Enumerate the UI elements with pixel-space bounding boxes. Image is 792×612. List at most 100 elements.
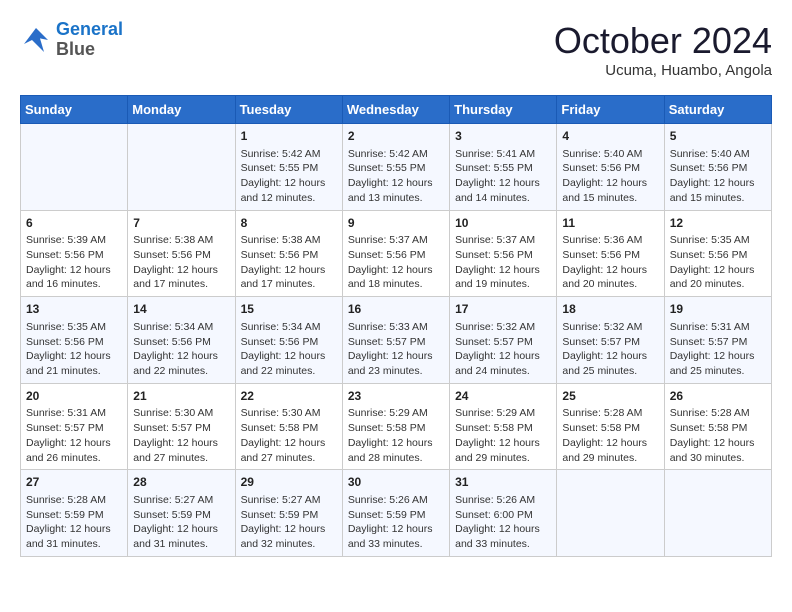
- month-title: October 2024: [554, 20, 772, 62]
- day-info: Sunrise: 5:42 AMSunset: 5:55 PMDaylight:…: [348, 147, 444, 206]
- calendar-cell: 5Sunrise: 5:40 AMSunset: 5:56 PMDaylight…: [664, 124, 771, 211]
- calendar-cell: [21, 124, 128, 211]
- calendar-cell: 14Sunrise: 5:34 AMSunset: 5:56 PMDayligh…: [128, 297, 235, 384]
- day-number: 29: [241, 474, 337, 491]
- calendar-cell: 30 Sunrise: 5:26 AMSunset: 5:59 PMDayligh…: [342, 470, 449, 557]
- calendar-cell: [128, 124, 235, 211]
- day-number: 5: [670, 128, 766, 145]
- day-info: Sunrise: 5:42 AMSunset: 5:55 PMDaylight:…: [241, 147, 337, 206]
- day-number: 23: [348, 388, 444, 405]
- day-info: Sunrise: 5:32 AMSunset: 5:57 PMDaylight:…: [562, 320, 658, 379]
- day-info: Sunrise: 5:33 AMSunset: 5:57 PMDaylight:…: [348, 320, 444, 379]
- day-number: 13: [26, 301, 122, 318]
- day-number: 6: [26, 215, 122, 232]
- day-info: Sunrise: 5:30 AMSunset: 5:58 PMDaylight:…: [241, 406, 337, 465]
- calendar-cell: 26Sunrise: 5:28 AMSunset: 5:58 PMDayligh…: [664, 383, 771, 470]
- calendar-table: SundayMondayTuesdayWednesdayThursdayFrid…: [20, 95, 772, 557]
- calendar-cell: 18 Sunrise: 5:32 AMSunset: 5:57 PMDayligh…: [557, 297, 664, 384]
- day-info: Sunrise: 5:28 AMSunset: 5:59 PMDaylight:…: [26, 493, 122, 552]
- calendar-cell: 6Sunrise: 5:39 AMSunset: 5:56 PMDaylight…: [21, 210, 128, 297]
- day-number: 24: [455, 388, 551, 405]
- calendar-cell: 25Sunrise: 5:28 AMSunset: 5:58 PMDayligh…: [557, 383, 664, 470]
- day-info: Sunrise: 5:32 AMSunset: 5:57 PMDaylight:…: [455, 320, 551, 379]
- day-number: 22: [241, 388, 337, 405]
- calendar-cell: 11Sunrise: 5:36 AMSunset: 5:56 PMDayligh…: [557, 210, 664, 297]
- calendar-cell: 3Sunrise: 5:41 AMSunset: 5:55 PMDaylight…: [450, 124, 557, 211]
- calendar-cell: [557, 470, 664, 557]
- logo-icon: [20, 24, 52, 56]
- calendar-week-5: 27 Sunrise: 5:28 AMSunset: 5:59 PMDayligh…: [21, 470, 772, 557]
- day-info: Sunrise: 5:36 AMSunset: 5:56 PMDaylight:…: [562, 233, 658, 292]
- calendar-week-1: 1 Sunrise: 5:42 AMSunset: 5:55 PMDaylight…: [21, 124, 772, 211]
- logo-text: GeneralBlue: [56, 20, 123, 60]
- day-number: 12: [670, 215, 766, 232]
- calendar-cell: 24Sunrise: 5:29 AMSunset: 5:58 PMDayligh…: [450, 383, 557, 470]
- day-number: 7: [133, 215, 229, 232]
- day-number: 18: [562, 301, 658, 318]
- calendar-cell: 15Sunrise: 5:34 AMSunset: 5:56 PMDayligh…: [235, 297, 342, 384]
- day-info: Sunrise: 5:29 AMSunset: 5:58 PMDaylight:…: [455, 406, 551, 465]
- day-number: 10: [455, 215, 551, 232]
- day-number: 20: [26, 388, 122, 405]
- calendar-cell: 7Sunrise: 5:38 AMSunset: 5:56 PMDaylight…: [128, 210, 235, 297]
- calendar-week-3: 13 Sunrise: 5:35 AMSunset: 5:56 PMDayligh…: [21, 297, 772, 384]
- day-info: Sunrise: 5:39 AMSunset: 5:56 PMDaylight:…: [26, 233, 122, 292]
- day-number: 28: [133, 474, 229, 491]
- day-info: Sunrise: 5:37 AMSunset: 5:56 PMDaylight:…: [455, 233, 551, 292]
- calendar-cell: 19 Sunrise: 5:31 AMSunset: 5:57 PMDayligh…: [664, 297, 771, 384]
- day-info: Sunrise: 5:30 AMSunset: 5:57 PMDaylight:…: [133, 406, 229, 465]
- day-number: 27: [26, 474, 122, 491]
- calendar-cell: 20Sunrise: 5:31 AMSunset: 5:57 PMDayligh…: [21, 383, 128, 470]
- header-day-thursday: Thursday: [450, 96, 557, 124]
- day-info: Sunrise: 5:27 AMSunset: 5:59 PMDaylight:…: [241, 493, 337, 552]
- day-info: Sunrise: 5:37 AMSunset: 5:56 PMDaylight:…: [348, 233, 444, 292]
- day-info: Sunrise: 5:35 AMSunset: 5:56 PMDaylight:…: [26, 320, 122, 379]
- day-number: 3: [455, 128, 551, 145]
- calendar-body: 1 Sunrise: 5:42 AMSunset: 5:55 PMDaylight…: [21, 124, 772, 557]
- calendar-cell: 17Sunrise: 5:32 AMSunset: 5:57 PMDayligh…: [450, 297, 557, 384]
- day-number: 31: [455, 474, 551, 491]
- header-day-friday: Friday: [557, 96, 664, 124]
- day-number: 16: [348, 301, 444, 318]
- calendar-cell: 8Sunrise: 5:38 AMSunset: 5:56 PMDaylight…: [235, 210, 342, 297]
- day-info: Sunrise: 5:26 AMSunset: 6:00 PMDaylight:…: [455, 493, 551, 552]
- day-number: 26: [670, 388, 766, 405]
- header-day-saturday: Saturday: [664, 96, 771, 124]
- day-number: 15: [241, 301, 337, 318]
- calendar-cell: 10Sunrise: 5:37 AMSunset: 5:56 PMDayligh…: [450, 210, 557, 297]
- header-row: SundayMondayTuesdayWednesdayThursdayFrid…: [21, 96, 772, 124]
- calendar-cell: 9Sunrise: 5:37 AMSunset: 5:56 PMDaylight…: [342, 210, 449, 297]
- calendar-header: SundayMondayTuesdayWednesdayThursdayFrid…: [21, 96, 772, 124]
- calendar-cell: 4Sunrise: 5:40 AMSunset: 5:56 PMDaylight…: [557, 124, 664, 211]
- day-info: Sunrise: 5:27 AMSunset: 5:59 PMDaylight:…: [133, 493, 229, 552]
- calendar-week-4: 20Sunrise: 5:31 AMSunset: 5:57 PMDayligh…: [21, 383, 772, 470]
- day-number: 2: [348, 128, 444, 145]
- day-info: Sunrise: 5:38 AMSunset: 5:56 PMDaylight:…: [133, 233, 229, 292]
- day-info: Sunrise: 5:34 AMSunset: 5:56 PMDaylight:…: [133, 320, 229, 379]
- calendar-cell: 2 Sunrise: 5:42 AMSunset: 5:55 PMDaylight…: [342, 124, 449, 211]
- day-info: Sunrise: 5:28 AMSunset: 5:58 PMDaylight:…: [670, 406, 766, 465]
- calendar-cell: 12Sunrise: 5:35 AMSunset: 5:56 PMDayligh…: [664, 210, 771, 297]
- location: Ucuma, Huambo, Angola: [554, 62, 772, 79]
- day-info: Sunrise: 5:31 AMSunset: 5:57 PMDaylight:…: [26, 406, 122, 465]
- calendar-cell: 13 Sunrise: 5:35 AMSunset: 5:56 PMDayligh…: [21, 297, 128, 384]
- day-number: 19: [670, 301, 766, 318]
- day-info: Sunrise: 5:26 AMSunset: 5:59 PMDaylight:…: [348, 493, 444, 552]
- title-block: October 2024 Ucuma, Huambo, Angola: [554, 20, 772, 79]
- calendar-cell: 31 Sunrise: 5:26 AMSunset: 6:00 PMDayligh…: [450, 470, 557, 557]
- header-day-sunday: Sunday: [21, 96, 128, 124]
- day-number: 25: [562, 388, 658, 405]
- day-number: 1: [241, 128, 337, 145]
- day-number: 21: [133, 388, 229, 405]
- day-number: 30: [348, 474, 444, 491]
- calendar-cell: 22Sunrise: 5:30 AMSunset: 5:58 PMDayligh…: [235, 383, 342, 470]
- calendar-cell: 1 Sunrise: 5:42 AMSunset: 5:55 PMDaylight…: [235, 124, 342, 211]
- day-info: Sunrise: 5:35 AMSunset: 5:56 PMDaylight:…: [670, 233, 766, 292]
- calendar-cell: 28 Sunrise: 5:27 AMSunset: 5:59 PMDayligh…: [128, 470, 235, 557]
- day-info: Sunrise: 5:40 AMSunset: 5:56 PMDaylight:…: [562, 147, 658, 206]
- calendar-cell: 21Sunrise: 5:30 AMSunset: 5:57 PMDayligh…: [128, 383, 235, 470]
- day-info: Sunrise: 5:29 AMSunset: 5:58 PMDaylight:…: [348, 406, 444, 465]
- header-day-monday: Monday: [128, 96, 235, 124]
- calendar-cell: 29 Sunrise: 5:27 AMSunset: 5:59 PMDayligh…: [235, 470, 342, 557]
- day-info: Sunrise: 5:31 AMSunset: 5:57 PMDaylight:…: [670, 320, 766, 379]
